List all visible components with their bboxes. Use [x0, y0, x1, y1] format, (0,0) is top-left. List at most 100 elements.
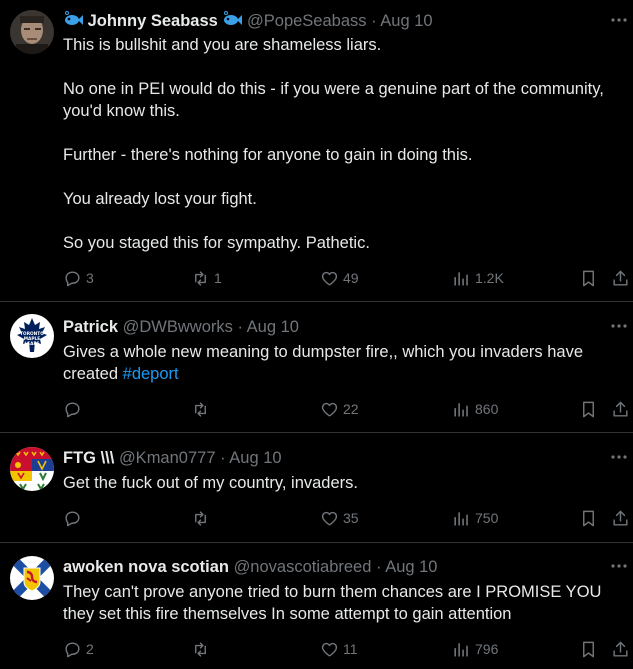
heart-icon [321, 511, 338, 526]
bookmark-icon [583, 270, 594, 286]
view-count: 796 [475, 641, 499, 657]
timeline: Johnny Seabass @PopeSeabass · Aug 10 Thi… [0, 0, 633, 669]
share-button[interactable] [611, 267, 630, 289]
tweet-header: Johnny Seabass @PopeSeabass · Aug 10 [63, 10, 593, 32]
reply-button[interactable] [63, 398, 82, 420]
tweet-line: No one in PEI would do this - if you wer… [63, 80, 604, 98]
tweet-header: FTG \\\ @Kman0777 · Aug 10 [63, 447, 593, 469]
bookmark-icon [583, 401, 594, 417]
more-icon[interactable] [609, 316, 629, 336]
post-date[interactable]: Aug 10 [247, 318, 299, 336]
tweet-line: they set this fire themselves In some at… [63, 605, 512, 623]
tweet-text: Get the fuck out of my country, invaders… [63, 472, 615, 494]
views-button[interactable]: 750 [452, 507, 498, 529]
reply-button[interactable] [63, 507, 82, 529]
tweet-blank-line [63, 122, 615, 144]
avatar[interactable]: TORONTO MAPLE LEAFS [10, 314, 54, 358]
user-handle[interactable]: @novascotiabreed [234, 558, 372, 576]
like-button[interactable]: 11 [320, 638, 358, 660]
like-button[interactable]: 35 [320, 507, 359, 529]
tweet-blank-line [63, 56, 615, 78]
views-icon [454, 642, 468, 657]
tweet-johnny-seabass[interactable]: Johnny Seabass @PopeSeabass · Aug 10 Thi… [0, 0, 633, 302]
display-name[interactable]: FTG \\\ [63, 449, 114, 467]
views-button[interactable]: 860 [452, 398, 498, 420]
tweet-text: They can't prove anyone tried to burn th… [63, 581, 615, 625]
more-icon[interactable] [609, 447, 629, 467]
display-name[interactable]: Johnny Seabass [88, 12, 218, 30]
like-count: 11 [343, 641, 358, 657]
display-name[interactable]: awoken nova scotian [63, 558, 229, 576]
like-count: 22 [343, 401, 359, 417]
user-handle[interactable]: @PopeSeabass [247, 12, 367, 30]
post-date[interactable]: Aug 10 [229, 449, 281, 467]
view-count: 860 [475, 401, 499, 417]
tweet-header: Patrick @DWBwworks · Aug 10 [63, 316, 593, 338]
views-button[interactable]: 1.2K [452, 267, 504, 289]
post-date[interactable]: Aug 10 [380, 12, 432, 30]
bookmark-button[interactable] [579, 267, 598, 289]
bookmark-button[interactable] [579, 507, 598, 529]
tweet-line: Get the fuck out of my country, invaders… [63, 474, 358, 492]
tweet-line-text: created [63, 365, 119, 383]
nova-scotia-flag [10, 556, 54, 600]
view-count: 1.2K [475, 270, 504, 286]
views-button[interactable]: 796 [452, 638, 498, 660]
share-button[interactable] [611, 398, 630, 420]
more-icon[interactable] [609, 556, 629, 576]
bookmark-button[interactable] [579, 398, 598, 420]
share-button[interactable] [611, 507, 630, 529]
retweet-icon [195, 641, 206, 657]
retweet-count: 1 [214, 270, 222, 286]
heart-icon [321, 642, 338, 657]
share-button[interactable] [611, 638, 630, 660]
user-handle[interactable]: @DWBwworks [123, 318, 233, 336]
tweet-line: Further - there's nothing for anyone to … [63, 146, 473, 164]
tweet-awoken-nova-scotian[interactable]: awoken nova scotian @novascotiabreed · A… [0, 543, 633, 669]
like-button[interactable]: 22 [320, 398, 359, 420]
user-handle[interactable]: @Kman0777 [119, 449, 216, 467]
more-icon[interactable] [609, 10, 629, 30]
reply-button[interactable]: 3 [63, 267, 94, 289]
share-icon [613, 401, 628, 417]
retweet-button[interactable] [191, 398, 210, 420]
like-button[interactable]: 49 [320, 267, 359, 289]
avatar[interactable] [10, 447, 54, 491]
logo-text: LEAFS [24, 341, 39, 347]
tweet-header: awoken nova scotian @novascotiabreed · A… [63, 556, 593, 578]
share-icon [613, 270, 628, 286]
reply-count: 3 [86, 270, 94, 286]
retweet-button[interactable] [191, 638, 210, 660]
display-name[interactable]: Patrick [63, 318, 118, 336]
like-count: 49 [343, 270, 359, 286]
action-bar: 2 11 796 [0, 638, 633, 660]
views-icon [454, 271, 468, 286]
tweet-blank-line [63, 210, 615, 232]
bookmark-button[interactable] [579, 638, 598, 660]
action-bar: 22 860 [0, 398, 633, 420]
views-icon [454, 511, 468, 526]
tweet-line: created #deport [63, 363, 615, 385]
fish-emoji-icon [63, 10, 83, 34]
like-count: 35 [343, 510, 359, 526]
retweet-icon [195, 510, 206, 526]
tweet-ftg[interactable]: FTG \\\ @Kman0777 · Aug 10 Get the fuck … [0, 433, 633, 543]
hashtag-link[interactable]: #deport [123, 365, 179, 383]
tweet-patrick[interactable]: TORONTO MAPLE LEAFS Patrick @DWBwworks ·… [0, 302, 633, 433]
tweet-text: This is bullshit and you are shameless l… [63, 34, 615, 254]
separator-dot: · [237, 318, 243, 336]
tweet-line: This is bullshit and you are shameless l… [63, 36, 382, 54]
avatar[interactable] [10, 10, 54, 54]
share-icon [613, 641, 628, 657]
avatar[interactable] [10, 556, 54, 600]
reply-button[interactable]: 2 [63, 638, 94, 660]
avatar-photo [10, 10, 54, 54]
retweet-button[interactable]: 1 [191, 267, 222, 289]
retweet-icon [195, 270, 206, 286]
tweet-line: They can't prove anyone tried to burn th… [63, 583, 602, 601]
bookmark-icon [583, 641, 594, 657]
reply-icon [65, 510, 80, 526]
post-date[interactable]: Aug 10 [385, 558, 437, 576]
retweet-button[interactable] [191, 507, 210, 529]
tweet-line: So you staged this for sympathy. Patheti… [63, 234, 370, 252]
